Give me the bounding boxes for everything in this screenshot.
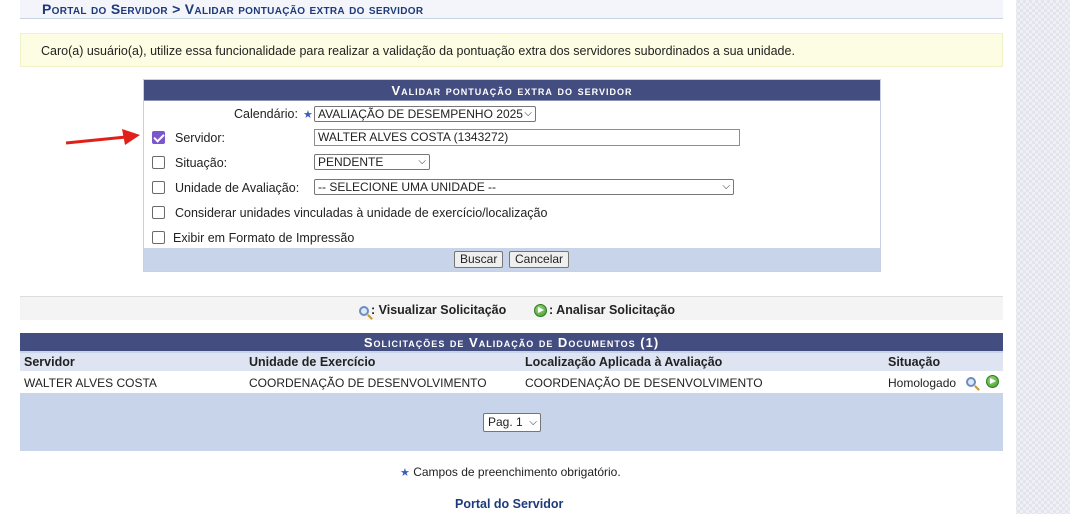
page-select-value: Pag. 1: [488, 415, 523, 429]
situacao-checkbox[interactable]: [152, 156, 165, 169]
unidade-checkbox[interactable]: [152, 181, 165, 194]
exibir-checkbox[interactable]: [152, 231, 165, 244]
calendario-select[interactable]: AVALIAÇÃO DE DESEMPENHO 2025 ⌵: [314, 106, 536, 122]
solicitacoes-table: Solicitações de Validação de Documentos …: [20, 333, 1003, 451]
servidor-value: WALTER ALVES COSTA (1343272): [318, 130, 509, 144]
required-footnote: ★ Campos de preenchimento obrigatório.: [400, 465, 621, 479]
legend-visualizar: : Visualizar Solicitação: [359, 303, 506, 317]
breadcrumb: Portal do Servidor > Validar pontuação e…: [20, 0, 1003, 19]
unidade-label: Unidade de Avaliação:: [175, 181, 300, 195]
header-situacao: Situação: [888, 355, 941, 369]
portal-servidor-link[interactable]: Portal do Servidor: [455, 497, 563, 511]
page-select[interactable]: Pag. 1 ⌵: [483, 413, 541, 432]
cell-localizacao: COORDENAÇÃO DE DESENVOLVIMENTO: [525, 376, 763, 390]
calendario-label: Calendário:: [234, 107, 298, 121]
star-icon: ★: [400, 467, 410, 479]
chevron-down-icon: ⌵: [722, 181, 730, 192]
considerar-label: Considerar unidades vinculadas à unidade…: [175, 206, 548, 220]
view-magnifier-icon[interactable]: [966, 377, 976, 387]
servidor-input[interactable]: WALTER ALVES COSTA (1343272): [314, 129, 740, 146]
form-footer: Buscar Cancelar: [144, 248, 880, 271]
red-arrow-annotation: [65, 129, 140, 145]
info-message: Caro(a) usuário(a), utilize essa funcion…: [20, 33, 1003, 67]
chevron-down-icon: ⌵: [529, 417, 537, 428]
chevron-down-icon: ⌵: [524, 108, 532, 119]
form-title: Validar pontuação extra do servidor: [144, 80, 880, 101]
go-arrow-icon: [534, 304, 547, 318]
cancelar-button[interactable]: Cancelar: [509, 251, 570, 268]
star-icon: ★: [303, 109, 313, 121]
cell-situacao: Homologado: [888, 376, 957, 390]
cell-servidor: WALTER ALVES COSTA: [24, 376, 157, 390]
info-message-text: Caro(a) usuário(a), utilize essa funcion…: [41, 44, 795, 58]
header-localizacao: Localização Aplicada à Avaliação: [525, 355, 723, 369]
exibir-label: Exibir em Formato de Impressão: [173, 231, 355, 245]
buscar-button[interactable]: Buscar: [454, 251, 504, 268]
table-title: Solicitações de Validação de Documentos …: [20, 333, 1003, 351]
analyze-go-arrow-icon[interactable]: [986, 375, 999, 388]
servidor-checkbox[interactable]: [152, 131, 165, 144]
unidade-value: -- SELECIONE UMA UNIDADE --: [318, 180, 497, 194]
breadcrumb-text: Portal do Servidor > Validar pontuação e…: [42, 1, 424, 17]
header-servidor: Servidor: [24, 355, 75, 369]
legend-visualizar-text: : Visualizar Solicitação: [371, 303, 507, 317]
legend-analisar-text: : Analisar Solicitação: [549, 303, 675, 317]
magnifier-icon: [359, 305, 369, 316]
situacao-label: Situação:: [175, 156, 228, 170]
cell-unidade: COORDENAÇÃO DE DESENVOLVIMENTO: [249, 376, 487, 390]
servidor-label: Servidor:: [175, 131, 226, 145]
unidade-select[interactable]: -- SELECIONE UMA UNIDADE -- ⌵: [314, 179, 734, 195]
header-unidade: Unidade de Exercício: [249, 355, 376, 369]
situacao-select[interactable]: PENDENTE ⌵: [314, 154, 430, 170]
validation-form: Validar pontuação extra do servidor Cale…: [143, 79, 881, 272]
footnote-text: Campos de preenchimento obrigatório.: [413, 465, 621, 479]
legend-analisar: : Analisar Solicitação: [534, 303, 675, 318]
main-content: Portal do Servidor > Validar pontuação e…: [0, 0, 1016, 514]
calendario-value: AVALIAÇÃO DE DESEMPENHO 2025: [318, 107, 523, 121]
table-header: Servidor Unidade de Exercício Localizaçã…: [20, 353, 1003, 371]
table-row: WALTER ALVES COSTA COORDENAÇÃO DE DESENV…: [20, 371, 1003, 393]
considerar-checkbox[interactable]: [152, 206, 165, 219]
action-legend: : Visualizar Solicitação : Analisar Soli…: [20, 296, 1003, 320]
situacao-value: PENDENTE: [318, 155, 384, 169]
chevron-down-icon: ⌵: [418, 156, 426, 167]
